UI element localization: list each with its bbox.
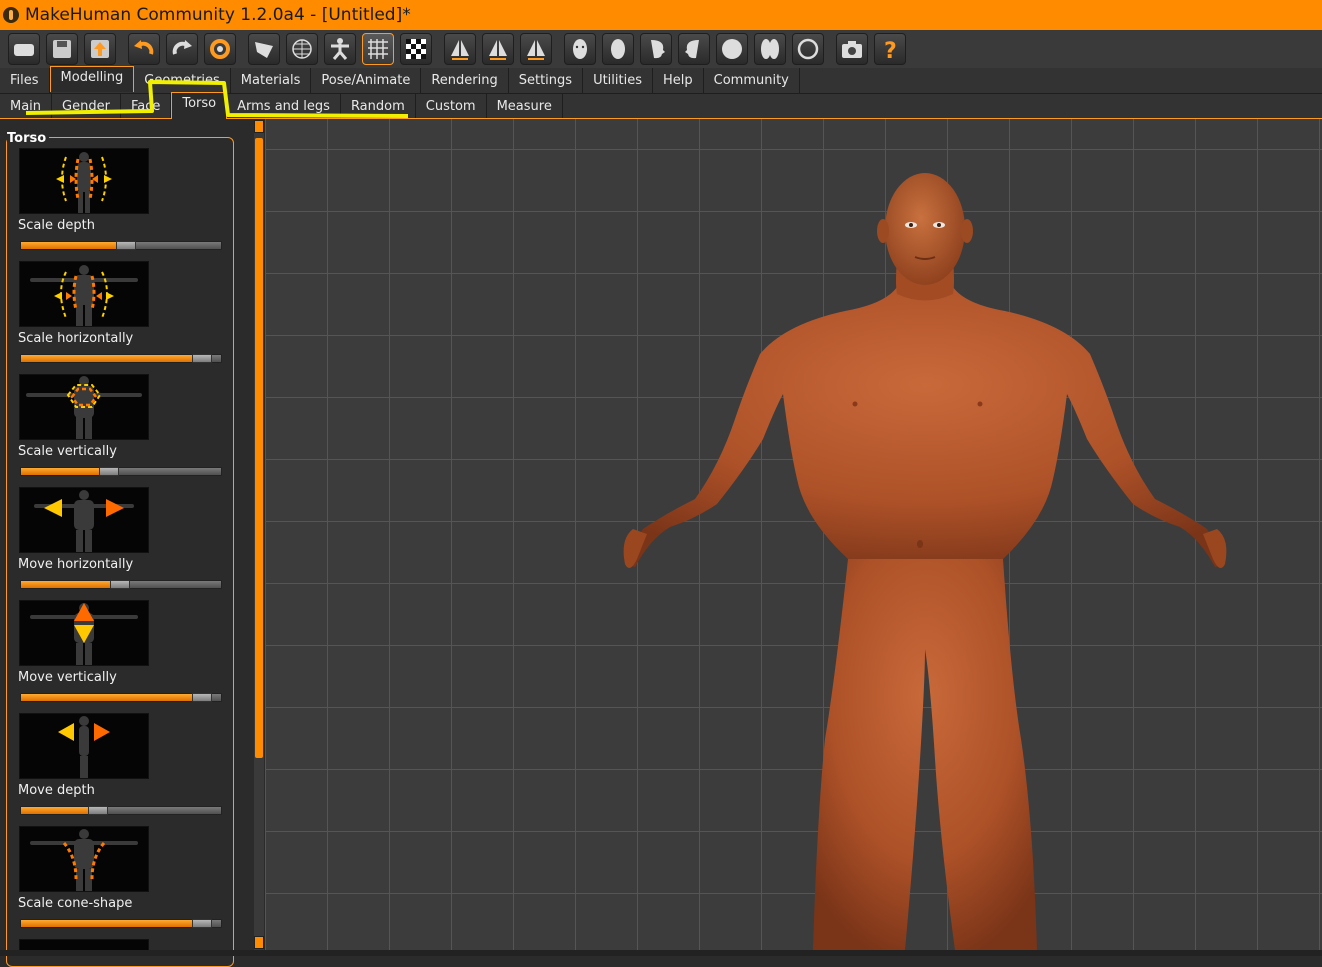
tab-rendering[interactable]: Rendering <box>421 68 509 93</box>
scroll-down-arrow[interactable] <box>254 936 264 949</box>
front-view-icon[interactable] <box>564 33 596 65</box>
title-bar: MakeHuman Community 1.2.0a4 - [Untitled]… <box>0 0 1322 30</box>
scroll-up-arrow[interactable] <box>254 120 264 133</box>
scroll-thumb[interactable] <box>255 138 263 758</box>
tab-geometries[interactable]: Geometries <box>134 68 231 93</box>
save-icon[interactable] <box>46 33 78 65</box>
slider-move-vertically: Move vertically <box>18 600 224 713</box>
subtab-measure[interactable]: Measure <box>487 94 563 118</box>
slider-label: Scale cone-shape <box>18 896 133 911</box>
slider-handle[interactable] <box>110 580 130 589</box>
move-depth-slider[interactable] <box>20 806 222 815</box>
back-view-icon[interactable] <box>602 33 634 65</box>
left-view-icon[interactable] <box>640 33 672 65</box>
reset-icon[interactable] <box>204 33 236 65</box>
slider-handle[interactable] <box>99 467 119 476</box>
status-bar <box>0 950 1322 956</box>
slider-handle[interactable] <box>192 354 212 363</box>
scale-vertically-thumbnail[interactable] <box>19 374 149 440</box>
scale-depth-thumbnail[interactable] <box>19 148 149 214</box>
svg-text:?: ? <box>884 39 897 62</box>
subtab-gender[interactable]: Gender <box>52 94 121 118</box>
move-depth-thumbnail[interactable] <box>19 713 149 779</box>
tab-pose-animate[interactable]: Pose/Animate <box>311 68 422 93</box>
window-title: MakeHuman Community 1.2.0a4 - [Untitled]… <box>25 5 411 25</box>
subtab-random[interactable]: Random <box>341 94 416 118</box>
top-view-icon[interactable] <box>716 33 748 65</box>
slider-label: Move horizontally <box>18 557 134 572</box>
slider-label: Scale vertically <box>18 444 117 459</box>
sub-tabs: Main Gender Face Torso Arms and legs Ran… <box>0 92 1322 119</box>
tab-community[interactable]: Community <box>704 68 800 93</box>
load-icon[interactable] <box>8 33 40 65</box>
slider-label: Move vertically <box>18 670 117 685</box>
scale-horizontally-slider[interactable] <box>20 354 222 363</box>
export-icon[interactable] <box>84 33 116 65</box>
background-icon[interactable] <box>400 33 432 65</box>
subtab-main[interactable]: Main <box>0 94 53 118</box>
scale-cone-shape-slider[interactable] <box>20 919 222 928</box>
pose-icon[interactable] <box>324 33 356 65</box>
tab-utilities[interactable]: Utilities <box>583 68 653 93</box>
3d-viewport[interactable] <box>265 119 1322 950</box>
help-icon[interactable]: ? <box>874 33 906 65</box>
slider-scale-horizontally: Scale horizontally <box>18 261 224 374</box>
tab-files[interactable]: Files <box>0 68 50 93</box>
symmetry-right-icon[interactable] <box>444 33 476 65</box>
scale-horizontally-thumbnail[interactable] <box>19 261 149 327</box>
slider-label: Scale depth <box>18 218 95 233</box>
move-horizontally-thumbnail[interactable] <box>19 487 149 553</box>
tab-materials[interactable]: Materials <box>231 68 312 93</box>
subtab-arms-and-legs[interactable]: Arms and legs <box>227 94 341 118</box>
scale-depth-slider[interactable] <box>20 241 222 250</box>
panel-title: Torso <box>7 131 50 146</box>
slider-scale-vertically: Scale vertically <box>18 374 224 487</box>
smooth-icon[interactable] <box>248 33 280 65</box>
slider-handle[interactable] <box>88 806 108 815</box>
makehuman-logo-icon <box>3 7 19 23</box>
move-vertically-thumbnail[interactable] <box>19 600 149 666</box>
slider-handle[interactable] <box>192 919 212 928</box>
tab-settings[interactable]: Settings <box>509 68 584 93</box>
right-view-icon[interactable] <box>678 33 710 65</box>
slider-label: Move depth <box>18 783 95 798</box>
grid-icon[interactable] <box>362 33 394 65</box>
main-tabs: Files Modelling Geometries Materials Pos… <box>0 66 1322 94</box>
wireframe-icon[interactable] <box>286 33 318 65</box>
slider-label: Scale horizontally <box>18 331 134 346</box>
screenshot-icon[interactable] <box>836 33 868 65</box>
bottom-view-icon[interactable] <box>754 33 786 65</box>
slider-handle[interactable] <box>116 241 136 250</box>
toolbar: ? <box>0 30 1322 68</box>
symmetry-left-icon[interactable] <box>482 33 514 65</box>
undo-icon[interactable] <box>128 33 160 65</box>
subtab-face[interactable]: Face <box>121 94 172 118</box>
reset-camera-icon[interactable] <box>792 33 824 65</box>
slider-scale-depth: Scale depth <box>18 148 224 261</box>
subtab-custom[interactable]: Custom <box>416 94 487 118</box>
tab-modelling[interactable]: Modelling <box>49 66 135 92</box>
tab-help[interactable]: Help <box>653 68 704 93</box>
scale-vertically-slider[interactable] <box>20 467 222 476</box>
symmetry-icon[interactable] <box>520 33 552 65</box>
slider-move-horizontally: Move horizontally <box>18 487 224 600</box>
slider-move-depth: Move depth <box>18 713 224 826</box>
move-horizontally-slider[interactable] <box>20 580 222 589</box>
slider-scale-cone-shape: Scale cone-shape <box>18 826 224 939</box>
human-model <box>623 173 1227 950</box>
scale-cone-shape-thumbnail[interactable] <box>19 826 149 892</box>
slider-handle[interactable] <box>192 693 212 702</box>
move-vertically-slider[interactable] <box>20 693 222 702</box>
subtab-torso[interactable]: Torso <box>171 92 228 119</box>
redo-icon[interactable] <box>166 33 198 65</box>
panel-scrollbar[interactable] <box>254 120 264 950</box>
